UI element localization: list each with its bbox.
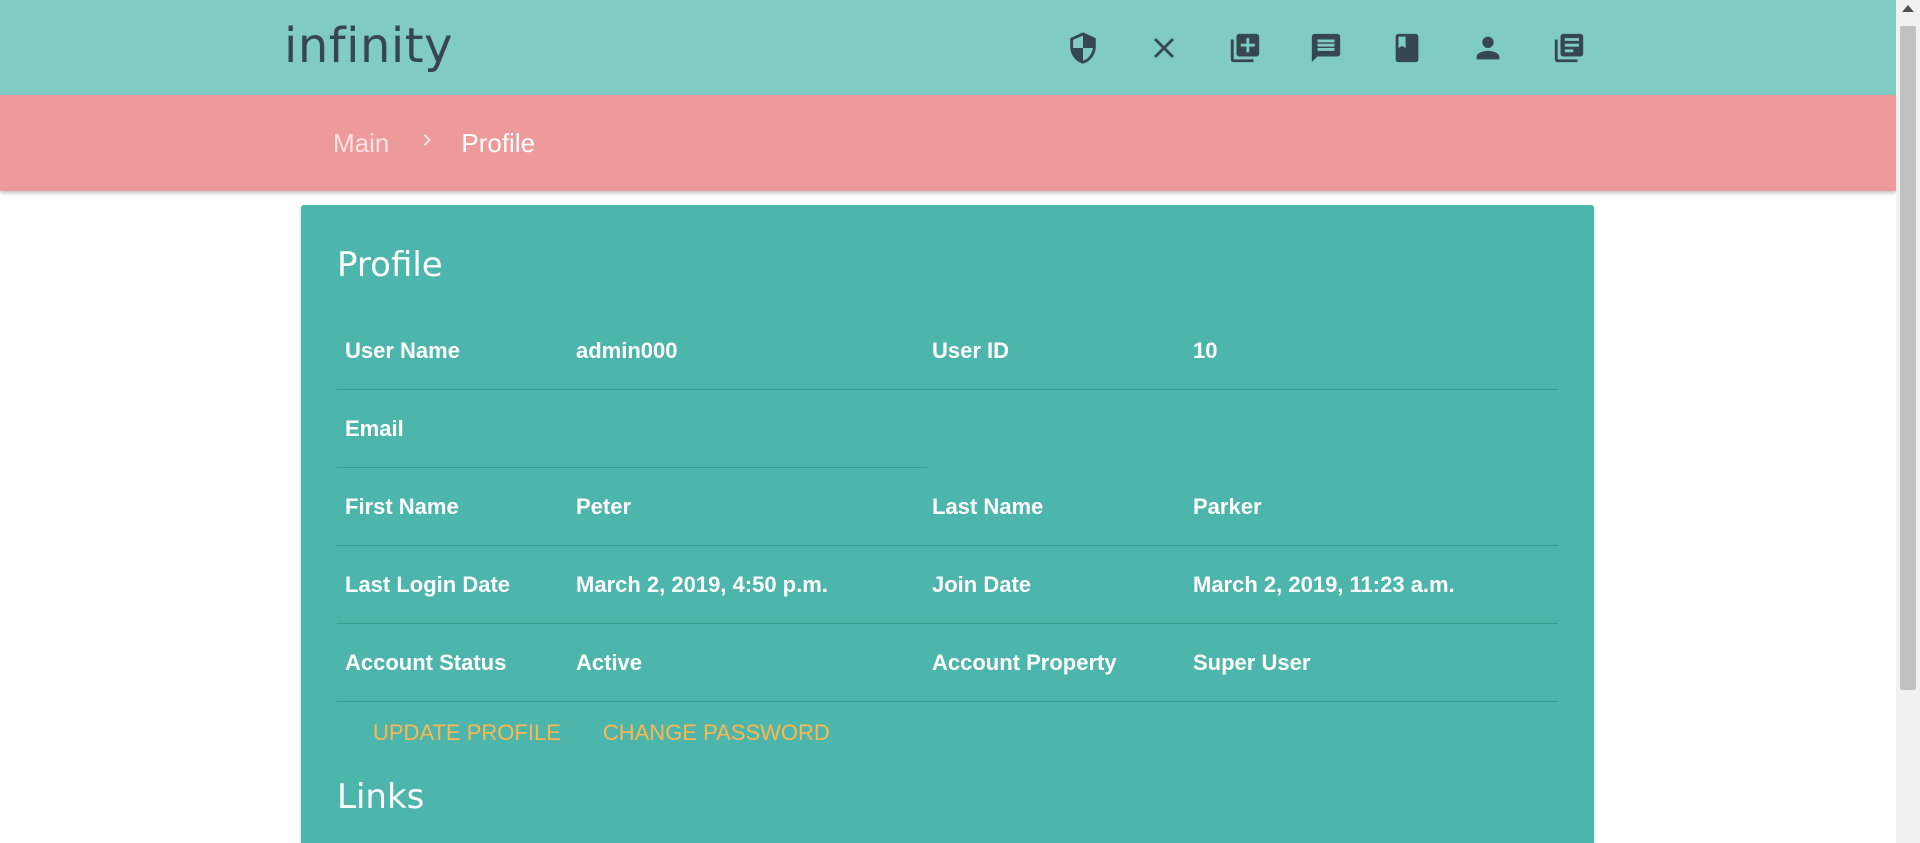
chevron-right-icon [415, 128, 439, 152]
field-label: User Name [345, 338, 460, 363]
page: infinity Main Profile Profile User Name … [0, 0, 1896, 843]
field-value: March 2, 2019, 11:23 a.m. [1193, 572, 1455, 597]
field-label: Join Date [932, 572, 1032, 597]
profile-row: First Name Peter Last Name Parker [337, 468, 1558, 546]
row-divider [337, 701, 1558, 702]
field-value: Super User [1193, 650, 1311, 675]
field-label: Last Name [932, 494, 1044, 519]
field-value: March 2, 2019, 4:50 p.m. [576, 572, 828, 597]
field-label: Account Property [932, 650, 1117, 675]
breadcrumb-main-link[interactable]: Main [333, 128, 389, 159]
top-app-bar: infinity [0, 0, 1896, 95]
breadcrumb-bar: Main Profile [0, 95, 1896, 191]
field-value: admin000 [576, 338, 678, 363]
profile-title: Profile [337, 245, 443, 285]
book-icon[interactable] [1387, 28, 1427, 68]
scrollbar-thumb[interactable] [1900, 26, 1916, 690]
field-label: First Name [345, 494, 459, 519]
profile-row: Email [337, 390, 1558, 468]
profile-row: User Name admin000 User ID 10 [337, 312, 1558, 390]
library-add-icon[interactable] [1225, 28, 1265, 68]
field-label: Last Login Date [345, 572, 511, 597]
profile-row: Account Status Active Account Property S… [337, 624, 1558, 702]
change-password-button[interactable]: CHANGE PASSWORD [603, 720, 830, 746]
vertical-scrollbar[interactable] [1896, 0, 1920, 843]
field-value: Parker [1193, 494, 1262, 519]
library-books-icon[interactable] [1549, 28, 1589, 68]
links-title: Links [337, 777, 425, 817]
profile-actions: UPDATE PROFILE CHANGE PASSWORD [373, 720, 872, 746]
profile-card: Profile User Name admin000 User ID 10 Em… [301, 205, 1594, 843]
scroll-up-arrow-icon[interactable] [1902, 5, 1914, 12]
toolbar-icons [1063, 28, 1630, 68]
field-value: 10 [1193, 338, 1218, 363]
comment-icon[interactable] [1306, 28, 1346, 68]
field-label: Account Status [345, 650, 507, 675]
profile-row: Last Login Date March 2, 2019, 4:50 p.m.… [337, 546, 1558, 624]
close-icon[interactable] [1144, 28, 1184, 68]
brand-logo[interactable]: infinity [284, 18, 453, 74]
update-profile-button[interactable]: UPDATE PROFILE [373, 720, 561, 746]
breadcrumb-current: Profile [461, 127, 536, 158]
person-icon[interactable] [1468, 28, 1508, 68]
shield-icon[interactable] [1063, 28, 1103, 68]
field-value: Peter [576, 494, 632, 519]
breadcrumb: Main Profile [333, 95, 535, 191]
field-value: Active [576, 650, 643, 675]
field-label: User ID [932, 338, 1010, 363]
field-label: Email [345, 416, 404, 441]
